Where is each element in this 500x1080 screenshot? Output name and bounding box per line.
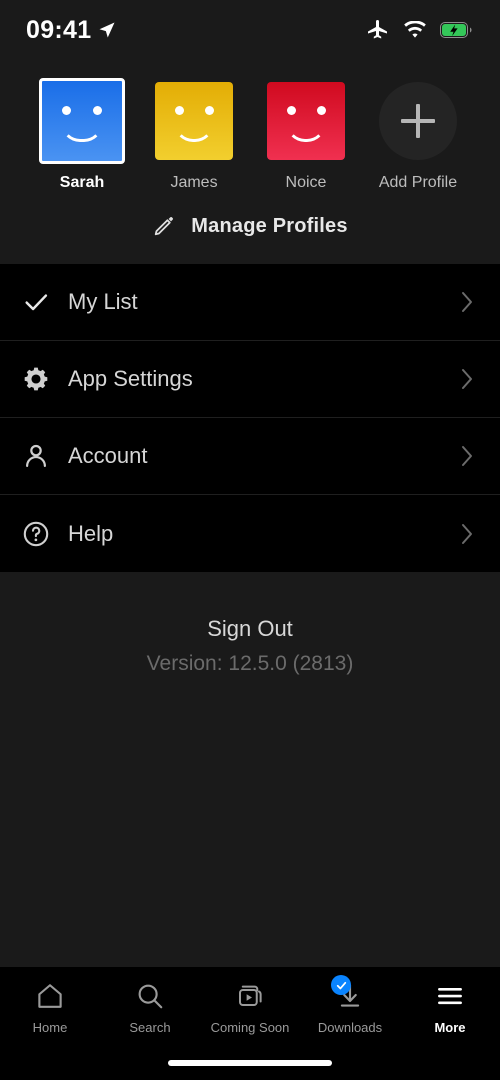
location-arrow-icon bbox=[99, 22, 115, 38]
avatar-wrap-noice bbox=[263, 78, 349, 164]
settings-menu: My List App Settings Account Help bbox=[0, 264, 500, 572]
tab-home[interactable]: Home bbox=[1, 979, 99, 1035]
smiley-avatar-red-icon bbox=[267, 82, 345, 160]
smiley-avatar-blue-icon bbox=[39, 78, 125, 164]
question-circle-icon bbox=[22, 520, 66, 548]
profile-name-james: James bbox=[170, 174, 218, 191]
battery-charging-icon bbox=[440, 22, 472, 38]
avatar-eye-left bbox=[174, 106, 184, 116]
tab-label-coming-soon: Coming Soon bbox=[210, 1020, 290, 1035]
airplane-mode-icon bbox=[368, 20, 387, 39]
manage-profiles-button[interactable]: Manage Profiles bbox=[0, 192, 500, 264]
chevron-right-icon bbox=[456, 445, 478, 467]
status-bar-left: 09:41 bbox=[26, 16, 116, 45]
plus-icon bbox=[401, 104, 435, 138]
gear-icon bbox=[22, 365, 66, 393]
menu-item-app-settings[interactable]: App Settings bbox=[0, 341, 500, 418]
avatar-smile bbox=[173, 123, 215, 142]
coming-soon-icon bbox=[235, 979, 265, 1013]
avatar-face bbox=[155, 82, 233, 160]
chevron-right-icon bbox=[456, 291, 478, 313]
person-icon bbox=[22, 442, 66, 470]
home-indicator bbox=[168, 1060, 332, 1066]
avatar-wrap-add bbox=[375, 78, 461, 164]
check-badge-icon bbox=[331, 975, 351, 995]
tab-label-more: More bbox=[434, 1020, 466, 1035]
menu-label-help: Help bbox=[68, 520, 114, 546]
profile-james[interactable]: James bbox=[151, 78, 237, 192]
smiley-avatar-yellow-icon bbox=[155, 82, 233, 160]
avatar-eye-right bbox=[204, 106, 214, 116]
pencil-icon bbox=[155, 217, 174, 236]
avatar-eye-left bbox=[62, 105, 71, 115]
tab-downloads[interactable]: Downloads bbox=[301, 975, 399, 1035]
menu-item-my-list[interactable]: My List bbox=[0, 264, 500, 341]
version-label: Version: 12.5.0 (2813) bbox=[146, 652, 354, 675]
menu-label-my-list: My List bbox=[68, 289, 138, 314]
avatar-eye-left bbox=[286, 106, 296, 116]
avatar-wrap-james bbox=[151, 78, 237, 164]
profiles-section: Sarah James Noice Add Profile Manage Pro… bbox=[0, 60, 500, 264]
menu-label-app-settings: App Settings bbox=[68, 366, 193, 391]
download-icon bbox=[331, 975, 365, 1013]
chevron-right-icon bbox=[456, 523, 478, 545]
profiles-row: Sarah James Noice Add Profile bbox=[0, 78, 500, 192]
avatar-face bbox=[42, 81, 122, 161]
menu-item-account[interactable]: Account bbox=[0, 418, 500, 495]
tab-more[interactable]: More bbox=[401, 979, 499, 1035]
avatar-face bbox=[267, 82, 345, 160]
tab-label-search: Search bbox=[129, 1020, 171, 1035]
manage-profiles-label: Manage Profiles bbox=[191, 214, 348, 237]
home-icon bbox=[35, 979, 65, 1013]
avatar-smile bbox=[61, 123, 103, 142]
menu-item-help[interactable]: Help bbox=[0, 495, 500, 572]
status-bar: 09:41 bbox=[0, 0, 500, 60]
tab-label-home: Home bbox=[32, 1020, 68, 1035]
profile-sarah[interactable]: Sarah bbox=[39, 78, 125, 192]
avatar-eye-right bbox=[93, 105, 102, 115]
check-icon bbox=[22, 288, 66, 316]
status-bar-clock: 09:41 bbox=[26, 15, 92, 44]
add-profile-label: Add Profile bbox=[378, 174, 458, 191]
app-screen: 09:41 Sarah James Noice Add Profile Mana… bbox=[0, 0, 500, 1080]
add-profile-circle bbox=[379, 82, 457, 160]
avatar-smile bbox=[285, 123, 327, 142]
profile-name-sarah: Sarah bbox=[59, 174, 105, 191]
add-profile-button[interactable]: Add Profile bbox=[375, 78, 461, 192]
tab-search[interactable]: Search bbox=[101, 979, 199, 1035]
footer-section: Sign Out Version: 12.5.0 (2813) bbox=[0, 572, 500, 967]
avatar-wrap-sarah bbox=[39, 78, 125, 164]
wifi-icon bbox=[404, 20, 426, 38]
profile-noice[interactable]: Noice bbox=[263, 78, 349, 192]
menu-label-account: Account bbox=[68, 443, 148, 468]
status-bar-right bbox=[366, 18, 472, 42]
chevron-right-icon bbox=[456, 368, 478, 390]
search-icon bbox=[135, 979, 165, 1013]
hamburger-icon bbox=[435, 979, 465, 1013]
profile-name-noice: Noice bbox=[285, 174, 327, 191]
tab-coming-soon[interactable]: Coming Soon bbox=[201, 979, 299, 1035]
sign-out-button[interactable]: Sign Out bbox=[207, 616, 293, 642]
avatar-eye-right bbox=[316, 106, 326, 116]
tab-label-downloads: Downloads bbox=[317, 1020, 383, 1035]
